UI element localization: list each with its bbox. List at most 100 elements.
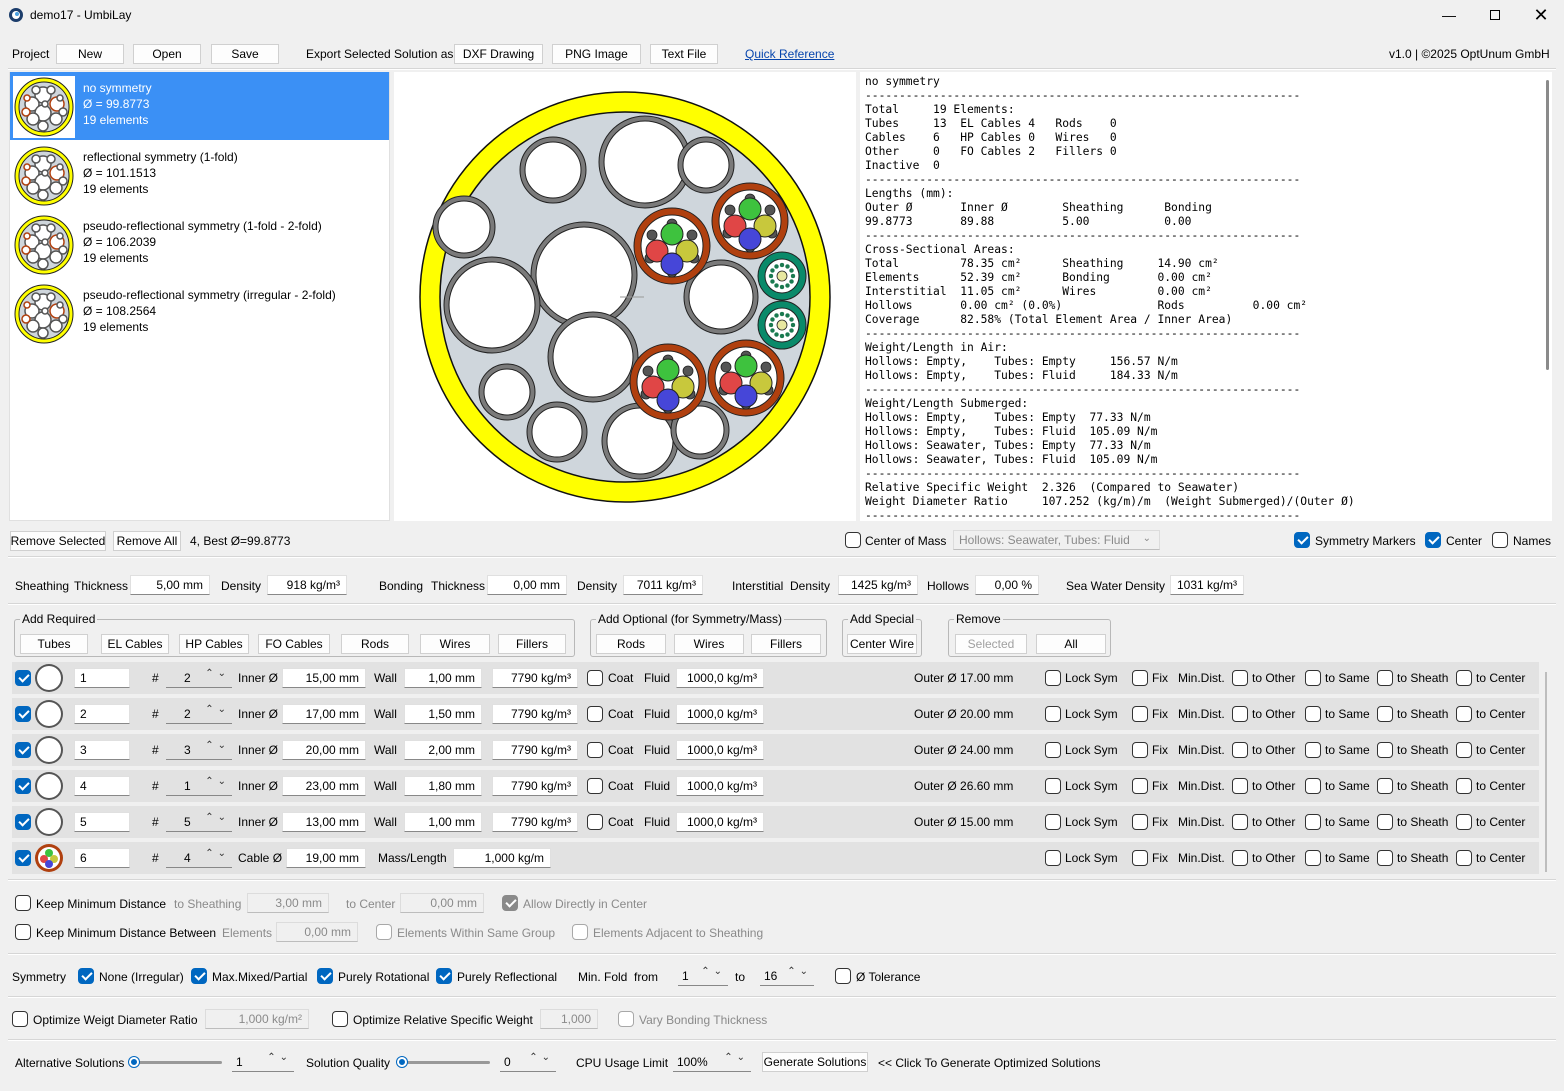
element-active-checkbox[interactable] [15, 706, 31, 722]
within-group-checkbox[interactable] [376, 924, 392, 940]
center-of-mass-checkbox[interactable] [845, 532, 861, 548]
export-png-button[interactable]: PNG Image [552, 44, 641, 64]
sheathing-density-input[interactable]: 918 kg/m³ [267, 575, 347, 595]
cpu-usage-spinner[interactable]: 100% ⌃⌄ [673, 1052, 751, 1072]
wall-input[interactable]: 1,50 mm [404, 704, 482, 724]
fix-checkbox[interactable] [1132, 850, 1148, 866]
to-same-checkbox[interactable] [1305, 742, 1321, 758]
tube-density-input[interactable]: 7790 kg/m³ [492, 668, 578, 688]
sheathing-thickness-input[interactable]: 5,00 mm [130, 575, 210, 595]
inner-d-input[interactable]: 20,00 mm [282, 740, 366, 760]
keep-between-checkbox[interactable] [15, 924, 31, 940]
to-same-checkbox[interactable] [1305, 850, 1321, 866]
remove-selected-element-button[interactable]: Selected [955, 634, 1027, 654]
close-icon[interactable]: ✕ [1518, 0, 1564, 30]
sea-water-density-input[interactable]: 1031 kg/m³ [1170, 575, 1244, 595]
lock-sym-checkbox[interactable] [1045, 850, 1061, 866]
elements-scrollbar[interactable] [1545, 672, 1547, 872]
add-optional-wires-button[interactable]: Wires [674, 634, 744, 654]
add-fo-cables-button[interactable]: FO Cables [258, 634, 330, 654]
to-sheath-checkbox[interactable] [1377, 742, 1393, 758]
min-fold-from-spinner[interactable]: 1 ⌃⌄ [678, 966, 728, 986]
to-other-checkbox[interactable] [1232, 814, 1248, 830]
optimize-rsw-checkbox[interactable] [332, 1011, 348, 1027]
lock-sym-checkbox[interactable] [1045, 742, 1061, 758]
solution-item[interactable]: pseudo-reflectional symmetry (irregular … [10, 279, 389, 347]
bonding-density-input[interactable]: 7011 kg/m³ [623, 575, 703, 595]
inner-d-input[interactable]: 13,00 mm [282, 812, 366, 832]
lock-sym-checkbox[interactable] [1045, 706, 1061, 722]
fluid-density-input[interactable]: 1000,0 kg/m³ [676, 812, 764, 832]
element-active-checkbox[interactable] [15, 850, 31, 866]
solution-item[interactable]: no symmetry Ø = 99.8773 19 elements [10, 72, 389, 140]
fix-checkbox[interactable] [1132, 742, 1148, 758]
elements-distance-input[interactable]: 0,00 mm [276, 922, 358, 942]
fix-checkbox[interactable] [1132, 670, 1148, 686]
cable-d-input[interactable]: 19,00 mm [286, 848, 366, 868]
coat-checkbox[interactable] [587, 742, 603, 758]
fluid-density-input[interactable]: 1000,0 kg/m³ [676, 704, 764, 724]
element-id-input[interactable]: 4 [74, 776, 130, 796]
inner-d-input[interactable]: 15,00 mm [282, 668, 366, 688]
coat-checkbox[interactable] [587, 778, 603, 794]
element-count-spinner[interactable]: 3 ⌃⌄ [166, 740, 232, 760]
vary-bonding-checkbox[interactable] [618, 1011, 634, 1027]
symmetry-markers-checkbox[interactable] [1294, 532, 1310, 548]
tube-density-input[interactable]: 7790 kg/m³ [492, 704, 578, 724]
fluid-density-input[interactable]: 1000,0 kg/m³ [676, 776, 764, 796]
min-fold-to-spinner[interactable]: 16 ⌃⌄ [760, 966, 814, 986]
remove-selected-button[interactable]: Remove Selected [10, 531, 106, 551]
to-same-checkbox[interactable] [1305, 814, 1321, 830]
optimize-rsw-input[interactable]: 1,000 [540, 1009, 598, 1029]
export-text-button[interactable]: Text File [650, 44, 718, 64]
to-same-checkbox[interactable] [1305, 670, 1321, 686]
to-sheath-checkbox[interactable] [1377, 778, 1393, 794]
symmetry-none-checkbox[interactable] [78, 968, 94, 984]
fix-checkbox[interactable] [1132, 706, 1148, 722]
to-center-checkbox[interactable] [1456, 814, 1472, 830]
add-center-wire-button[interactable]: Center Wire [847, 634, 917, 654]
export-dxf-button[interactable]: DXF Drawing [454, 44, 543, 64]
element-count-spinner[interactable]: 2 ⌃⌄ [166, 704, 232, 724]
inner-d-input[interactable]: 23,00 mm [282, 776, 366, 796]
new-button[interactable]: New [56, 44, 124, 64]
solution-item[interactable]: pseudo-reflectional symmetry (1-fold - 2… [10, 210, 389, 278]
element-count-spinner[interactable]: 5 ⌃⌄ [166, 812, 232, 832]
tube-density-input[interactable]: 7790 kg/m³ [492, 740, 578, 760]
coat-checkbox[interactable] [587, 814, 603, 830]
tube-density-input[interactable]: 7790 kg/m³ [492, 776, 578, 796]
hollows-input[interactable]: 0,00 % [975, 575, 1039, 595]
add-optional-fillers-button[interactable]: Fillers [751, 634, 821, 654]
element-count-spinner[interactable]: 1 ⌃⌄ [166, 776, 232, 796]
symmetry-reflectional-checkbox[interactable] [436, 968, 452, 984]
to-same-checkbox[interactable] [1305, 778, 1321, 794]
to-center-checkbox[interactable] [1456, 670, 1472, 686]
symmetry-mixed-checkbox[interactable] [191, 968, 207, 984]
generate-solutions-button[interactable]: Generate Solutions [762, 1052, 868, 1072]
alternative-solutions-slider-knob[interactable] [129, 1057, 139, 1067]
remove-all-elements-button[interactable]: All [1036, 634, 1106, 654]
to-same-checkbox[interactable] [1305, 706, 1321, 722]
wall-input[interactable]: 1,00 mm [404, 812, 482, 832]
element-active-checkbox[interactable] [15, 814, 31, 830]
to-other-checkbox[interactable] [1232, 778, 1248, 794]
solution-quality-slider[interactable] [400, 1061, 490, 1064]
solution-quality-slider-knob[interactable] [397, 1057, 407, 1067]
cross-section-view[interactable] [394, 72, 856, 521]
allow-center-checkbox[interactable] [502, 895, 518, 911]
tolerance-checkbox[interactable] [835, 968, 851, 984]
solution-quality-spinner[interactable]: 0 ⌃⌄ [500, 1052, 556, 1072]
element-id-input[interactable]: 1 [74, 668, 130, 688]
symmetry-rotational-checkbox[interactable] [317, 968, 333, 984]
to-center-checkbox[interactable] [1456, 742, 1472, 758]
to-center-checkbox[interactable] [1456, 850, 1472, 866]
element-active-checkbox[interactable] [15, 778, 31, 794]
to-sheath-checkbox[interactable] [1377, 670, 1393, 686]
element-id-input[interactable]: 3 [74, 740, 130, 760]
add-wires-button[interactable]: Wires [420, 634, 490, 654]
element-active-checkbox[interactable] [15, 670, 31, 686]
to-other-checkbox[interactable] [1232, 850, 1248, 866]
to-sheath-checkbox[interactable] [1377, 850, 1393, 866]
hollows-select[interactable]: Hollows: Seawater, Tubes: Fluid ⌄ [953, 530, 1160, 550]
solution-item[interactable]: reflectional symmetry (1-fold) Ø = 101.15… [10, 141, 389, 209]
